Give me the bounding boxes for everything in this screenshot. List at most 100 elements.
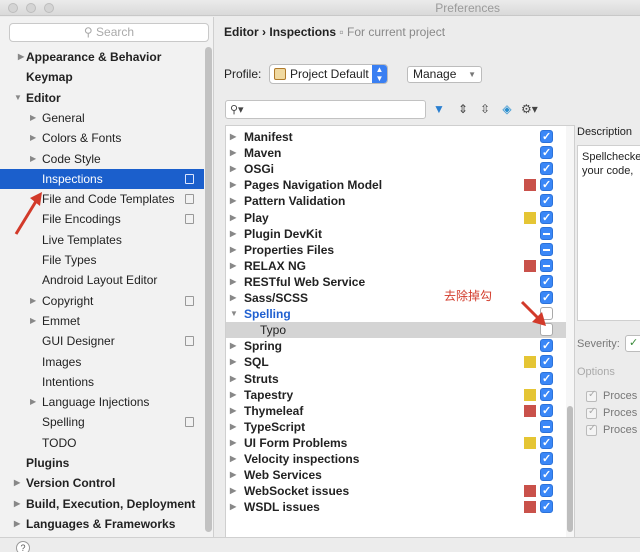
inspection-checkbox[interactable] bbox=[540, 129, 553, 145]
sidebar-item[interactable]: ▼ Editor bbox=[0, 88, 204, 108]
inspection-row[interactable]: ▶ Spring bbox=[226, 338, 566, 354]
inspection-checkbox[interactable] bbox=[540, 419, 553, 433]
inspection-row[interactable]: ▶ Pattern Validation bbox=[226, 193, 566, 209]
chevron-right-icon[interactable]: ▶ bbox=[230, 483, 236, 499]
inspection-row[interactable]: ▶ Velocity inspections bbox=[226, 451, 566, 467]
chevron-right-icon[interactable]: ▶ bbox=[230, 242, 236, 258]
sidebar-item[interactable]: Images bbox=[0, 352, 204, 372]
inspection-checkbox[interactable] bbox=[540, 210, 553, 226]
sidebar-item[interactable]: Plugins bbox=[0, 453, 204, 473]
chevron-right-icon[interactable]: ▶ bbox=[30, 149, 36, 169]
chevron-right-icon[interactable]: ▶ bbox=[230, 129, 236, 145]
chevron-right-icon[interactable]: ▶ bbox=[230, 338, 236, 354]
inspection-checkbox[interactable] bbox=[540, 177, 553, 193]
chevron-right-icon[interactable]: ▶ bbox=[230, 371, 236, 387]
chevron-right-icon[interactable]: ▶ bbox=[230, 451, 236, 467]
list-scrollbar[interactable] bbox=[566, 126, 574, 538]
option-checkbox[interactable]: Proces bbox=[586, 423, 640, 439]
filter-icon[interactable]: ▼ bbox=[431, 100, 447, 118]
inspection-row[interactable]: ▶ WebSocket issues bbox=[226, 483, 566, 499]
sidebar-item[interactable]: ▶ Version Control bbox=[0, 473, 204, 493]
profile-select[interactable]: Project Default ▲ ▼ bbox=[269, 64, 388, 84]
inspection-row[interactable]: ▶ Plugin DevKit bbox=[226, 226, 566, 242]
sidebar-item[interactable]: ▶ Build, Execution, Deployment bbox=[0, 494, 204, 514]
chevron-right-icon[interactable]: ▶ bbox=[230, 177, 236, 193]
chevron-right-icon[interactable]: ▶ bbox=[18, 47, 24, 67]
list-scroll-thumb[interactable] bbox=[567, 406, 573, 532]
settings-gear-icon[interactable]: ⚙▾ bbox=[521, 100, 538, 118]
chevron-right-icon[interactable]: ▶ bbox=[30, 291, 36, 311]
inspection-checkbox[interactable] bbox=[540, 354, 553, 370]
sidebar-item[interactable]: Inspections bbox=[0, 168, 204, 189]
inspection-filter-input[interactable]: ⚲▾ bbox=[225, 100, 426, 119]
chevron-right-icon[interactable]: ▶ bbox=[230, 499, 236, 515]
inspection-checkbox[interactable] bbox=[540, 467, 553, 483]
inspection-row[interactable]: ▶ Properties Files bbox=[226, 242, 566, 258]
sidebar-item[interactable]: ▶ Code Style bbox=[0, 149, 204, 169]
sidebar-item[interactable]: ▶ Language Injections bbox=[0, 392, 204, 412]
chevron-right-icon[interactable]: ▶ bbox=[230, 354, 236, 370]
chevron-right-icon[interactable]: ▶ bbox=[230, 403, 236, 419]
help-icon[interactable]: ? bbox=[16, 541, 30, 552]
inspection-checkbox[interactable] bbox=[540, 274, 553, 290]
reset-icon[interactable]: ◈ bbox=[499, 100, 515, 118]
chevron-right-icon[interactable]: ▶ bbox=[30, 108, 36, 128]
chevron-right-icon[interactable]: ▶ bbox=[14, 494, 20, 514]
chevron-down-icon[interactable]: ▼ bbox=[14, 88, 22, 108]
chevron-right-icon[interactable]: ▶ bbox=[230, 193, 236, 209]
inspection-row[interactable]: ▼ Spelling bbox=[226, 306, 566, 322]
sidebar-item[interactable]: GUI Designer bbox=[0, 331, 204, 351]
chevron-right-icon[interactable]: ▶ bbox=[230, 387, 236, 403]
sidebar-item[interactable]: ▶ Colors & Fonts bbox=[0, 128, 204, 148]
chevron-right-icon[interactable]: ▶ bbox=[230, 161, 236, 177]
inspection-checkbox[interactable] bbox=[540, 161, 553, 177]
collapse-all-icon[interactable]: ⇳ bbox=[477, 100, 493, 118]
inspection-row[interactable]: ▶ Web Services bbox=[226, 467, 566, 483]
severity-select[interactable]: ✓ bbox=[625, 335, 640, 352]
chevron-right-icon[interactable]: ▶ bbox=[230, 210, 236, 226]
inspection-row[interactable]: ▶ RELAX NG bbox=[226, 258, 566, 274]
inspection-row[interactable]: ▶ Sass/SCSS bbox=[226, 290, 566, 306]
chevron-right-icon[interactable]: ▶ bbox=[230, 290, 236, 306]
inspection-row[interactable]: ▶ TypeScript bbox=[226, 419, 566, 435]
inspection-row[interactable]: ▶ UI Form Problems bbox=[226, 435, 566, 451]
inspection-checkbox[interactable] bbox=[540, 403, 553, 419]
inspection-checkbox[interactable] bbox=[540, 242, 553, 256]
inspection-row[interactable]: Typo bbox=[226, 322, 566, 339]
inspection-checkbox[interactable] bbox=[540, 338, 553, 354]
inspection-row[interactable]: ▶ Maven bbox=[226, 145, 566, 161]
manage-button[interactable]: Manage ▼ bbox=[407, 66, 482, 83]
inspection-checkbox[interactable] bbox=[540, 499, 553, 515]
expand-all-icon[interactable]: ⇕ bbox=[455, 100, 471, 118]
chevron-right-icon[interactable]: ▶ bbox=[230, 226, 236, 242]
inspection-row[interactable]: ▶ Thymeleaf bbox=[226, 403, 566, 419]
chevron-right-icon[interactable]: ▶ bbox=[30, 311, 36, 331]
sidebar-item[interactable]: Intentions bbox=[0, 372, 204, 392]
sidebar-item[interactable]: ▶ Copyright bbox=[0, 291, 204, 311]
chevron-right-icon[interactable]: ▶ bbox=[230, 258, 236, 274]
breadcrumb-parent[interactable]: Editor bbox=[224, 25, 259, 39]
inspection-checkbox[interactable] bbox=[540, 226, 553, 240]
option-checkbox[interactable]: Proces bbox=[586, 406, 640, 422]
chevron-right-icon[interactable]: ▶ bbox=[14, 473, 20, 493]
sidebar-item[interactable]: TODO bbox=[0, 433, 204, 453]
inspection-row[interactable]: ▶ OSGi bbox=[226, 161, 566, 177]
chevron-right-icon[interactable]: ▶ bbox=[30, 128, 36, 148]
inspection-row[interactable]: ▶ SQL bbox=[226, 354, 566, 370]
chevron-right-icon[interactable]: ▶ bbox=[230, 467, 236, 483]
settings-search-input[interactable]: ⚲ Search bbox=[9, 23, 209, 42]
sidebar-scrollbar[interactable] bbox=[205, 47, 212, 532]
inspection-checkbox[interactable] bbox=[540, 193, 553, 209]
inspection-row[interactable]: ▶ RESTful Web Service bbox=[226, 274, 566, 290]
inspection-row[interactable]: ▶ Pages Navigation Model bbox=[226, 177, 566, 193]
chevron-right-icon[interactable]: ▶ bbox=[230, 145, 236, 161]
chevron-right-icon[interactable]: ▶ bbox=[14, 514, 20, 534]
sidebar-item[interactable]: File Types bbox=[0, 250, 204, 270]
sidebar-item[interactable]: Spelling bbox=[0, 412, 204, 432]
inspection-row[interactable]: ▶ WSDL issues bbox=[226, 499, 566, 515]
sidebar-item[interactable]: ▶ Appearance & Behavior bbox=[0, 47, 204, 67]
chevron-right-icon[interactable]: ▶ bbox=[230, 419, 236, 435]
inspection-row[interactable]: ▶ Tapestry bbox=[226, 387, 566, 403]
inspection-checkbox[interactable] bbox=[540, 258, 553, 272]
inspection-row[interactable]: ▶ Play bbox=[226, 210, 566, 226]
